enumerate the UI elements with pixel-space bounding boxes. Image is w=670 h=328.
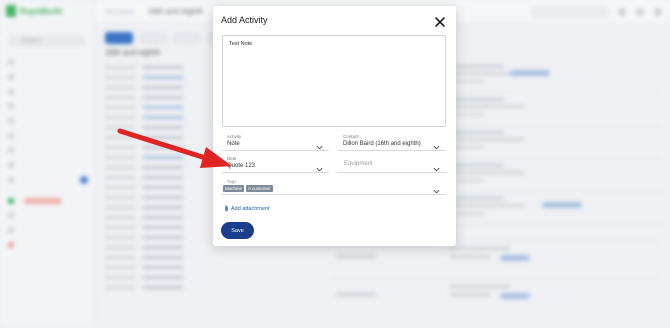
nav-icon: [8, 197, 14, 204]
nav-icon: [8, 103, 14, 110]
settings-icon[interactable]: [636, 8, 644, 16]
table-row[interactable]: [330, 278, 660, 316]
note-textarea[interactable]: Test Note: [222, 35, 446, 127]
contact-label: Contact: [343, 134, 359, 139]
tag-chip[interactable]: A customer: [246, 185, 273, 192]
sidebar-item[interactable]: [8, 114, 88, 129]
notification-badge: [80, 175, 88, 184]
deal-label: Deal: [227, 156, 237, 161]
avatar[interactable]: [654, 8, 662, 16]
nav-icon: [8, 132, 14, 139]
activity-select[interactable]: Activity Note: [222, 133, 329, 151]
equipment-select[interactable]: Equipment: [338, 155, 446, 173]
tag-chip[interactable]: Machine: [223, 185, 245, 192]
add-attachment-link[interactable]: Add attachment: [224, 205, 270, 212]
sidebar-item[interactable]: [8, 55, 88, 70]
chevron-down-icon: [316, 160, 323, 172]
modal-title: Add Activity: [221, 15, 268, 25]
nav-icon: [8, 176, 14, 183]
nav-icon: [8, 226, 14, 233]
sidebar-item[interactable]: [8, 158, 88, 173]
activity-feed: [452, 60, 662, 225]
activity-value: Note: [227, 141, 240, 147]
tab-jobs[interactable]: [173, 32, 201, 44]
notifications-icon[interactable]: [618, 8, 626, 16]
activity-label: Activity: [227, 134, 242, 139]
tab-contacts[interactable]: [139, 32, 167, 44]
sidebar-item[interactable]: [8, 193, 88, 208]
sidebar: RapidBuild Search: [0, 0, 95, 328]
sidebar-item[interactable]: [8, 208, 88, 223]
contact-select[interactable]: Contact Dillon Baird (16th and eighth): [338, 133, 446, 151]
equipment-placeholder: Equipment: [344, 161, 373, 167]
chevron-down-icon: [316, 138, 323, 150]
nav-icon: [8, 88, 14, 95]
activity-table: [330, 240, 660, 316]
nav-icon: [8, 74, 14, 81]
status-pill: [24, 197, 62, 204]
tab-details[interactable]: [105, 32, 133, 44]
list-item[interactable]: [452, 159, 662, 192]
breadcrumb-parent[interactable]: Accounts: [105, 9, 134, 16]
sidebar-item[interactable]: [8, 237, 88, 252]
app-logo-text: RapidBuild: [20, 6, 63, 16]
close-icon: [435, 17, 445, 27]
breadcrumb-current: 16th and eighth: [147, 7, 203, 16]
page-title: 16th and eighth: [105, 48, 161, 57]
tags-label: Tags: [227, 179, 237, 184]
sidebar-item[interactable]: [8, 173, 88, 188]
add-activity-modal: Add Activity Test Note Activity Note Con…: [213, 6, 456, 246]
nav-icon: [8, 162, 14, 169]
list-item[interactable]: [452, 126, 662, 159]
list-item[interactable]: [452, 93, 662, 126]
sidebar-search-input[interactable]: Search: [8, 35, 86, 47]
nav-icon: [8, 59, 14, 66]
nav-icon: [8, 212, 14, 219]
close-button[interactable]: [434, 15, 446, 27]
chevron-down-icon: [433, 138, 440, 150]
contact-value: Dillon Baird (16th and eighth): [343, 141, 421, 147]
chevron-down-icon: [433, 182, 440, 194]
add-attachment-label: Add attachment: [231, 205, 270, 212]
breadcrumb: Accounts 16th and eighth: [105, 7, 203, 16]
tags-select[interactable]: Tags Machine A customer: [222, 179, 446, 195]
top-search-input[interactable]: [530, 6, 610, 18]
list-item[interactable]: [452, 192, 662, 225]
deal-value: Quote 123: [227, 163, 256, 169]
logo-mark-icon: [6, 5, 16, 17]
deal-select[interactable]: Deal Quote 123: [222, 155, 329, 173]
list-item[interactable]: [452, 60, 662, 93]
chevron-down-icon: [433, 160, 440, 172]
nav-icon: [8, 118, 14, 125]
sidebar-item[interactable]: [8, 99, 88, 114]
save-button[interactable]: Save: [221, 222, 254, 239]
sidebar-item[interactable]: [8, 128, 88, 143]
sidebar-item[interactable]: [8, 70, 88, 85]
sidebar-item[interactable]: [8, 223, 88, 238]
app-logo: RapidBuild: [6, 4, 76, 18]
sidebar-item[interactable]: [8, 143, 88, 158]
nav-icon: [8, 147, 14, 154]
nav-icon: [8, 241, 14, 248]
sidebar-item[interactable]: [8, 84, 88, 99]
paperclip-icon: [225, 205, 228, 212]
details-column: [105, 62, 215, 292]
sidebar-nav: [8, 55, 88, 252]
